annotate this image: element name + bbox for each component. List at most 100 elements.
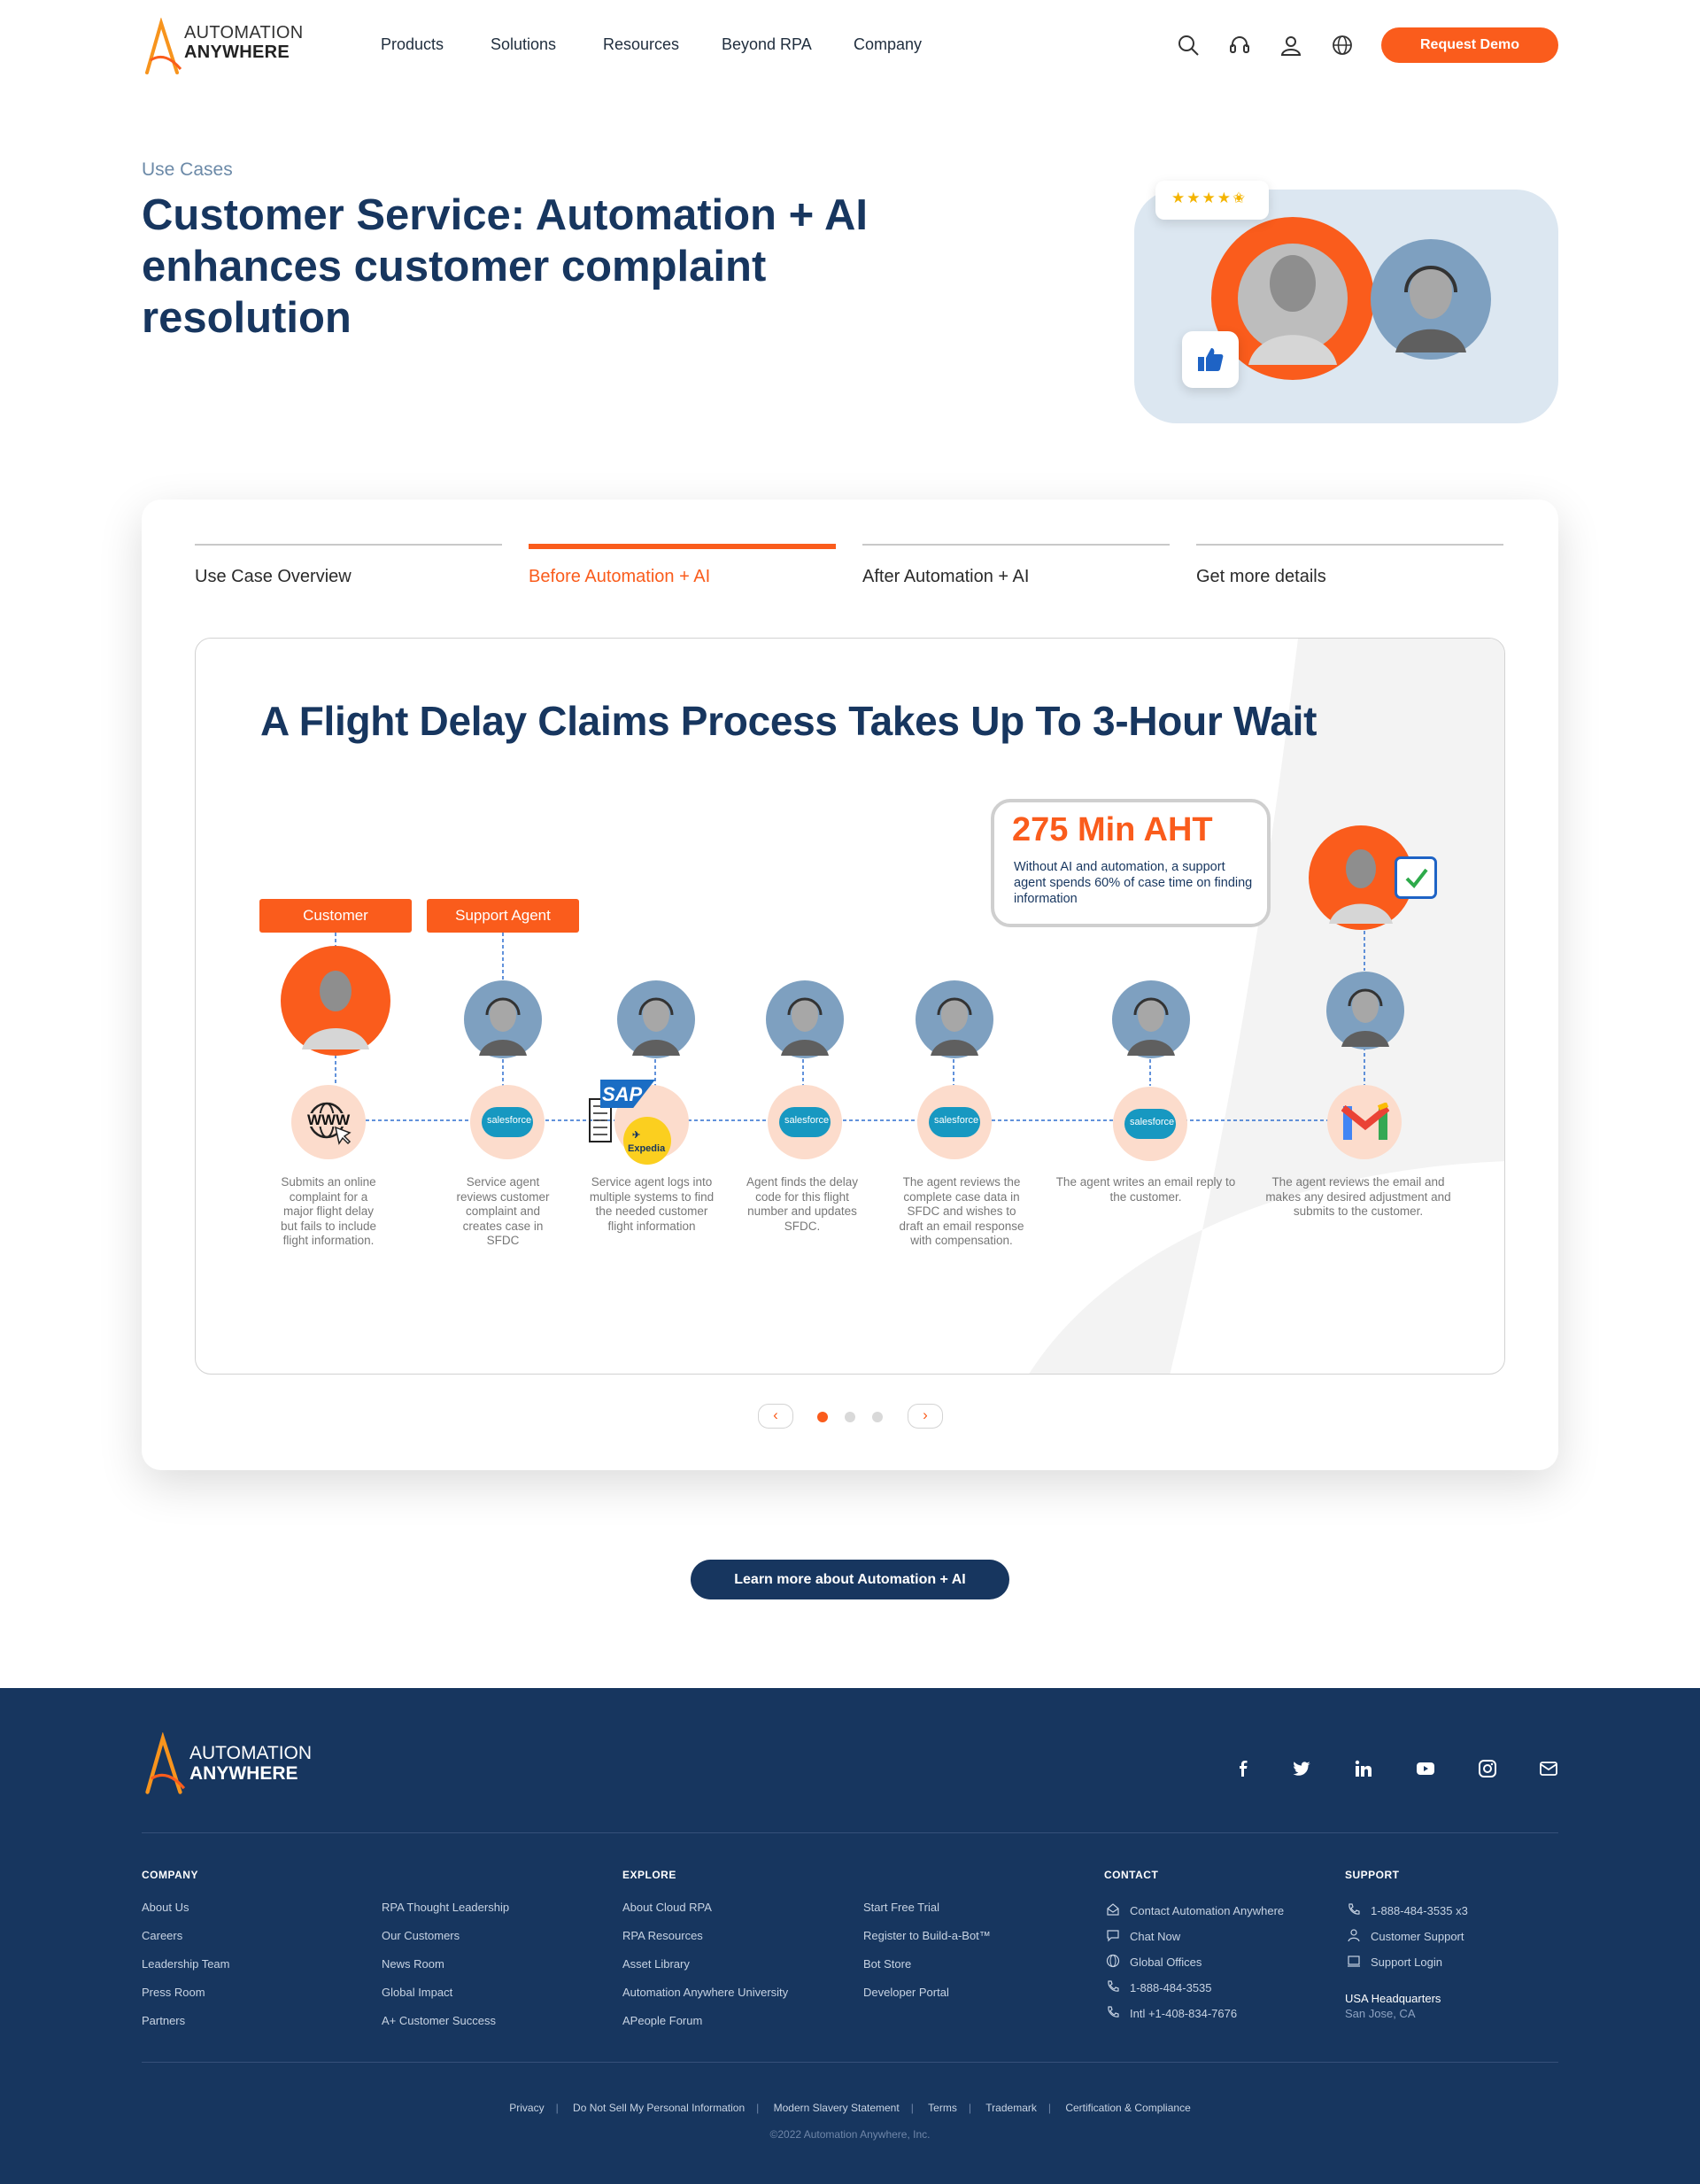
separator: | xyxy=(910,2102,914,2114)
twitter-icon[interactable] xyxy=(1292,1759,1311,1778)
thumbs-up-badge xyxy=(1182,331,1239,388)
step-3-text: Service agent logs into multiple systems… xyxy=(589,1175,715,1233)
footer-link[interactable]: Customer Support xyxy=(1371,1930,1464,1943)
salesforce-node: salesforce xyxy=(768,1085,842,1159)
user-icon xyxy=(1348,1929,1360,1942)
footer-link[interactable]: News Room xyxy=(382,1957,444,1971)
step-4-text: Agent finds the delay code for this flig… xyxy=(746,1175,859,1233)
footer-link[interactable]: Partners xyxy=(142,2014,185,2027)
footer-link[interactable]: Register to Build-a-Bot™ xyxy=(863,1929,991,1942)
sap-label: SAP xyxy=(602,1083,643,1105)
hq-label: USA Headquarters xyxy=(1345,1992,1441,2005)
learn-more-button[interactable]: Learn more about Automation + AI xyxy=(691,1560,1009,1599)
salesforce-cloud-icon: salesforce xyxy=(779,1107,831,1137)
tab-before-automation[interactable]: Before Automation + AI xyxy=(529,544,836,597)
nav-beyond-rpa[interactable]: Beyond RPA xyxy=(722,35,812,54)
step-7-text: The agent reviews the email and makes an… xyxy=(1265,1175,1451,1218)
footer-link[interactable]: Developer Portal xyxy=(863,1986,949,1999)
do-not-sell-link[interactable]: Do Not Sell My Personal Information xyxy=(573,2102,745,2114)
search-icon[interactable] xyxy=(1177,34,1200,57)
trademark-link[interactable]: Trademark xyxy=(985,2102,1037,2114)
salesforce-label: salesforce xyxy=(784,1115,830,1126)
tab-label: Get more details xyxy=(1196,567,1326,586)
sap-logo: SAP xyxy=(600,1080,655,1108)
next-slide-button[interactable]: › xyxy=(908,1404,943,1429)
facebook-icon[interactable] xyxy=(1233,1759,1253,1778)
thumbs-up-icon xyxy=(1198,348,1224,371)
tab-label: Use Case Overview xyxy=(195,567,352,586)
footer-link[interactable]: Contact Automation Anywhere xyxy=(1130,1904,1284,1917)
instagram-icon[interactable] xyxy=(1478,1759,1497,1778)
footer-link[interactable]: APeople Forum xyxy=(622,2014,702,2027)
tab-after-automation[interactable]: After Automation + AI xyxy=(862,544,1170,597)
footer-link[interactable]: RPA Resources xyxy=(622,1929,703,1942)
footer-link[interactable]: Chat Now xyxy=(1130,1930,1180,1943)
footer-wordmark: AUTOMATION ANYWHERE xyxy=(189,1743,312,1784)
certification-link[interactable]: Certification & Compliance xyxy=(1065,2102,1190,2114)
footer-link[interactable]: Automation Anywhere University xyxy=(622,1986,788,1999)
agent-avatar xyxy=(1112,980,1190,1058)
nav-solutions[interactable]: Solutions xyxy=(491,35,556,54)
pagination-dot-active[interactable] xyxy=(817,1412,828,1422)
modern-slavery-link[interactable]: Modern Slavery Statement xyxy=(774,2102,900,2114)
privacy-link[interactable]: Privacy xyxy=(509,2102,544,2114)
footer-link[interactable]: Leadership Team xyxy=(142,1957,230,1971)
footer-link[interactable]: Careers xyxy=(142,1929,182,1942)
footer-link[interactable]: Asset Library xyxy=(622,1957,690,1971)
automation-anywhere-logo[interactable]: AUTOMATION ANYWHERE xyxy=(142,18,303,76)
agent-avatar xyxy=(617,980,695,1058)
rating-bubble: ★★★★✬ xyxy=(1155,181,1269,220)
gmail-icon xyxy=(1341,1103,1389,1140)
www-label: WWW xyxy=(307,1111,351,1128)
salesforce-node: salesforce xyxy=(1113,1087,1187,1161)
footer-link[interactable]: A+ Customer Success xyxy=(382,2014,496,2027)
expedia-logo: ✈ Expedia xyxy=(623,1117,671,1165)
footer-link[interactable]: 1-888-484-3535 xyxy=(1130,1981,1212,1994)
logo-line-2: ANYWHERE xyxy=(189,1763,298,1784)
copyright: ©2022 Automation Anywhere, Inc. xyxy=(769,2128,931,2141)
footer-link[interactable]: 1-888-484-3535 x3 xyxy=(1371,1904,1468,1917)
request-demo-button[interactable]: Request Demo xyxy=(1381,27,1558,63)
user-icon[interactable] xyxy=(1279,34,1302,57)
nav-company[interactable]: Company xyxy=(854,35,922,54)
linkedin-icon[interactable] xyxy=(1354,1759,1373,1778)
checkmark-badge xyxy=(1395,856,1437,899)
tab-label: Before Automation + AI xyxy=(529,567,711,586)
salesforce-label: salesforce xyxy=(934,1115,979,1126)
separator: | xyxy=(756,2102,760,2114)
footer-link[interactable]: About Us xyxy=(142,1901,189,1914)
agent-avatar xyxy=(766,980,844,1058)
footer-link[interactable]: Support Login xyxy=(1371,1956,1442,1969)
globe-icon[interactable] xyxy=(1331,34,1354,57)
pagination-dot[interactable] xyxy=(872,1412,883,1422)
footer-link[interactable]: Intl +1-408-834-7676 xyxy=(1130,2007,1237,2020)
headset-icon[interactable] xyxy=(1228,34,1251,57)
footer-link[interactable]: About Cloud RPA xyxy=(622,1901,712,1914)
previous-slide-button[interactable]: ‹ xyxy=(758,1404,793,1429)
step-5-text: The agent reviews the complete case data… xyxy=(899,1175,1024,1247)
tab-use-case-overview[interactable]: Use Case Overview xyxy=(195,544,502,597)
pagination-dot[interactable] xyxy=(845,1412,855,1422)
footer-logo[interactable]: AUTOMATION ANYWHERE xyxy=(142,1732,319,1796)
footer-link[interactable]: Bot Store xyxy=(863,1957,911,1971)
footer-link[interactable]: Press Room xyxy=(142,1986,205,1999)
company-heading: COMPANY xyxy=(142,1869,198,1881)
expedia-label: Expedia xyxy=(628,1143,666,1154)
eyebrow-use-cases[interactable]: Use Cases xyxy=(142,159,233,181)
footer-link[interactable]: Our Customers xyxy=(382,1929,460,1942)
logo-wordmark: AUTOMATION ANYWHERE xyxy=(184,23,303,62)
footer-link[interactable]: Start Free Trial xyxy=(863,1901,939,1914)
agent-avatar xyxy=(464,980,542,1058)
expedia-plane-icon: ✈ xyxy=(632,1130,641,1141)
tab-get-more-details[interactable]: Get more details xyxy=(1196,544,1503,597)
nav-resources[interactable]: Resources xyxy=(603,35,679,54)
footer-link[interactable]: Global Offices xyxy=(1130,1956,1202,1969)
footer-link[interactable]: Global Impact xyxy=(382,1986,452,1999)
footer-link[interactable]: RPA Thought Leadership xyxy=(382,1901,509,1914)
page-title: Customer Service: Automation + AI enhanc… xyxy=(142,191,869,342)
youtube-icon[interactable] xyxy=(1416,1759,1435,1778)
nav-products[interactable]: Products xyxy=(381,35,444,54)
mail-icon[interactable] xyxy=(1539,1759,1558,1778)
site-footer: AUTOMATION ANYWHERE COMPANY About Us Car… xyxy=(0,1688,1700,2184)
terms-link[interactable]: Terms xyxy=(928,2102,957,2114)
